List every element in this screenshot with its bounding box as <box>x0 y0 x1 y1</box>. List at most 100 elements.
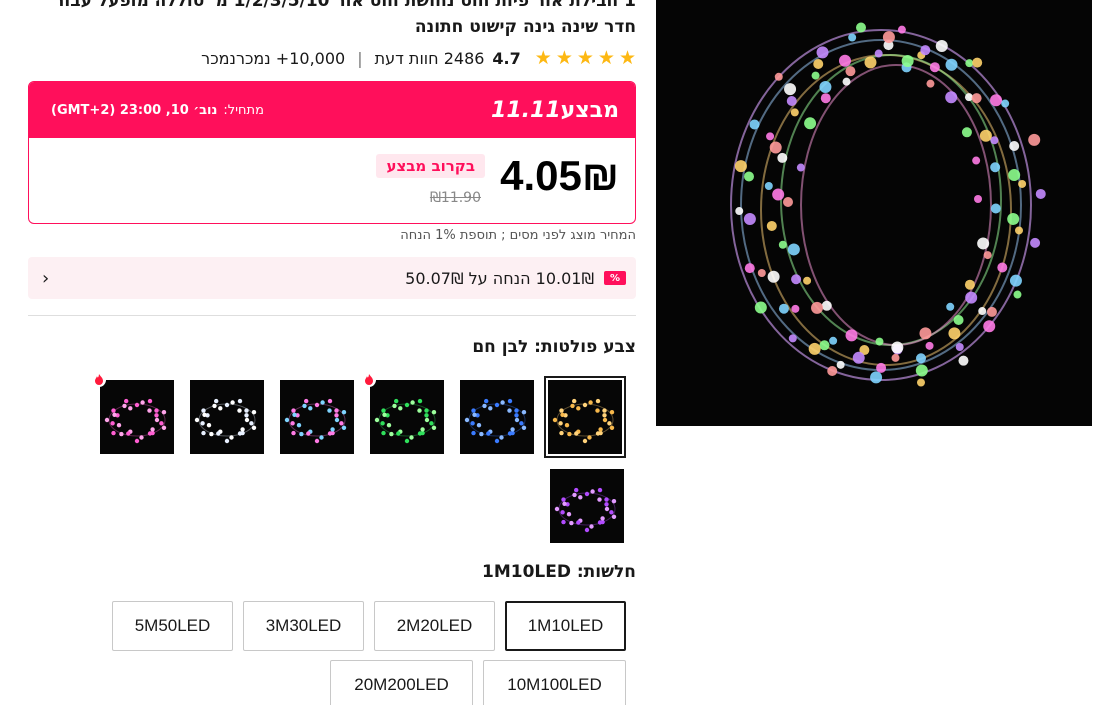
led-dot <box>945 91 958 104</box>
led-dot <box>757 269 766 278</box>
review-count[interactable]: 2486 חוות דעת <box>375 49 485 68</box>
color-variant-green[interactable] <box>370 380 444 454</box>
led-dot <box>804 117 817 130</box>
led-dot <box>819 340 830 351</box>
led-dot <box>977 237 990 250</box>
led-dot <box>838 54 851 67</box>
color-variant-multicolor[interactable] <box>280 380 354 454</box>
led-dot <box>845 66 856 77</box>
color-variant-white[interactable] <box>190 380 264 454</box>
coupon-bar[interactable]: % 10.01₪ הנחה על 50.07₪ ‹ <box>28 257 636 299</box>
led-dot <box>813 58 824 69</box>
led-dot <box>964 279 975 290</box>
led-dot <box>790 108 799 117</box>
deal-start-time: מתחיל: נוב׳ 10, 23:00 (GMT+2) <box>51 103 264 118</box>
led-dot <box>791 274 802 285</box>
coupon-text: 10.01₪ הנחה על 50.07₪ <box>405 268 594 288</box>
led-dot <box>948 327 961 340</box>
size-option-2m20led[interactable]: 2M20LED <box>374 601 495 651</box>
led-dot <box>743 213 756 226</box>
led-dot <box>891 341 904 354</box>
led-dot <box>791 304 800 313</box>
led-dot <box>744 171 755 182</box>
size-option-3m30led[interactable]: 3M30LED <box>243 601 364 651</box>
variant-photo <box>548 380 622 454</box>
led-dot <box>1028 133 1041 146</box>
led-dot <box>1007 213 1020 226</box>
led-dot <box>811 71 820 80</box>
led-dot <box>897 25 906 34</box>
color-variant-purple[interactable] <box>550 469 624 543</box>
led-dot <box>820 93 831 104</box>
led-dot <box>786 95 797 106</box>
led-dot <box>796 163 805 172</box>
led-dot <box>827 366 838 377</box>
deal-price-box: מבצע11.11 מתחיל: נוב׳ 10, 23:00 (GMT+2) … <box>28 81 636 224</box>
led-dot <box>997 262 1008 273</box>
led-dot <box>1014 226 1023 235</box>
product-title: 1 חבילת אור פיות חוט נחושת חוט אור 1/2/3… <box>54 0 636 37</box>
led-dot <box>764 181 773 190</box>
led-dot <box>926 79 935 88</box>
led-dot <box>848 33 857 42</box>
led-dot <box>961 127 972 138</box>
led-dot <box>819 81 832 94</box>
star-icon: ★ <box>576 46 594 69</box>
star-icon: ★ <box>618 46 636 69</box>
variant-photo <box>460 380 534 454</box>
rating-row[interactable]: ★ ★ ★ ★ ★ 4.7 2486 חוות דעת | 10,000+ נמ… <box>201 46 636 70</box>
led-dot <box>901 54 914 67</box>
led-dot <box>986 306 997 317</box>
led-dot <box>829 336 838 345</box>
star-icon: ★ <box>534 46 552 69</box>
led-dot <box>990 203 1001 214</box>
led-dot <box>778 303 789 314</box>
led-dot <box>965 291 978 304</box>
upcoming-sale-badge: בקרוב מבצע <box>376 154 485 178</box>
led-dot <box>958 355 969 366</box>
led-dot <box>734 160 747 173</box>
led-dot <box>774 72 783 81</box>
size-option-10m100led[interactable]: 10M100LED <box>483 660 626 705</box>
color-variant-warm-white[interactable] <box>544 376 626 458</box>
size-option-1m10led[interactable]: 1M10LED <box>505 601 626 651</box>
led-dot <box>870 371 883 384</box>
led-dot <box>915 364 928 377</box>
led-dot <box>1009 140 1020 151</box>
led-dot <box>990 136 999 145</box>
variant-photo <box>370 380 444 454</box>
led-dot <box>1008 169 1021 182</box>
led-dot <box>787 243 800 256</box>
size-option-5m50led[interactable]: 5M50LED <box>112 601 233 651</box>
led-dot <box>925 341 934 350</box>
star-icon: ★ <box>597 46 615 69</box>
rating-stars: ★ ★ ★ ★ ★ <box>534 46 636 69</box>
led-dot <box>920 45 931 56</box>
sold-count: 10,000+ נמכרנמכר <box>201 48 346 68</box>
deal-start-value: נוב׳ 10, 23:00 (GMT+2) <box>51 102 218 118</box>
deal-body: 4.05₪ בקרוב מבצע ₪11.90 <box>29 138 635 223</box>
color-variant-pink[interactable] <box>100 380 174 454</box>
led-dot <box>874 49 883 58</box>
led-dot <box>875 337 884 346</box>
product-main-image[interactable] <box>656 0 1092 426</box>
color-variant-blue[interactable] <box>460 380 534 454</box>
divider: | <box>357 48 363 68</box>
led-dot <box>990 94 1003 107</box>
chevron-left-icon[interactable]: ‹ <box>42 268 49 289</box>
led-dot <box>864 56 877 69</box>
section-divider <box>28 315 636 316</box>
led-dot <box>916 353 927 364</box>
size-option-20m200led[interactable]: 20M200LED <box>330 660 473 705</box>
led-dot <box>856 22 867 33</box>
led-dot <box>946 302 955 311</box>
led-dot <box>766 220 777 231</box>
deal-brand-number: 11.11 <box>491 97 561 123</box>
variant-photo <box>190 380 264 454</box>
led-dot <box>972 156 981 165</box>
hot-fire-icon <box>92 372 106 387</box>
size-option-title: חלשות: 1M10LED <box>482 562 636 582</box>
led-dot <box>1018 179 1027 188</box>
led-dot <box>788 334 797 343</box>
variant-photo <box>100 380 174 454</box>
